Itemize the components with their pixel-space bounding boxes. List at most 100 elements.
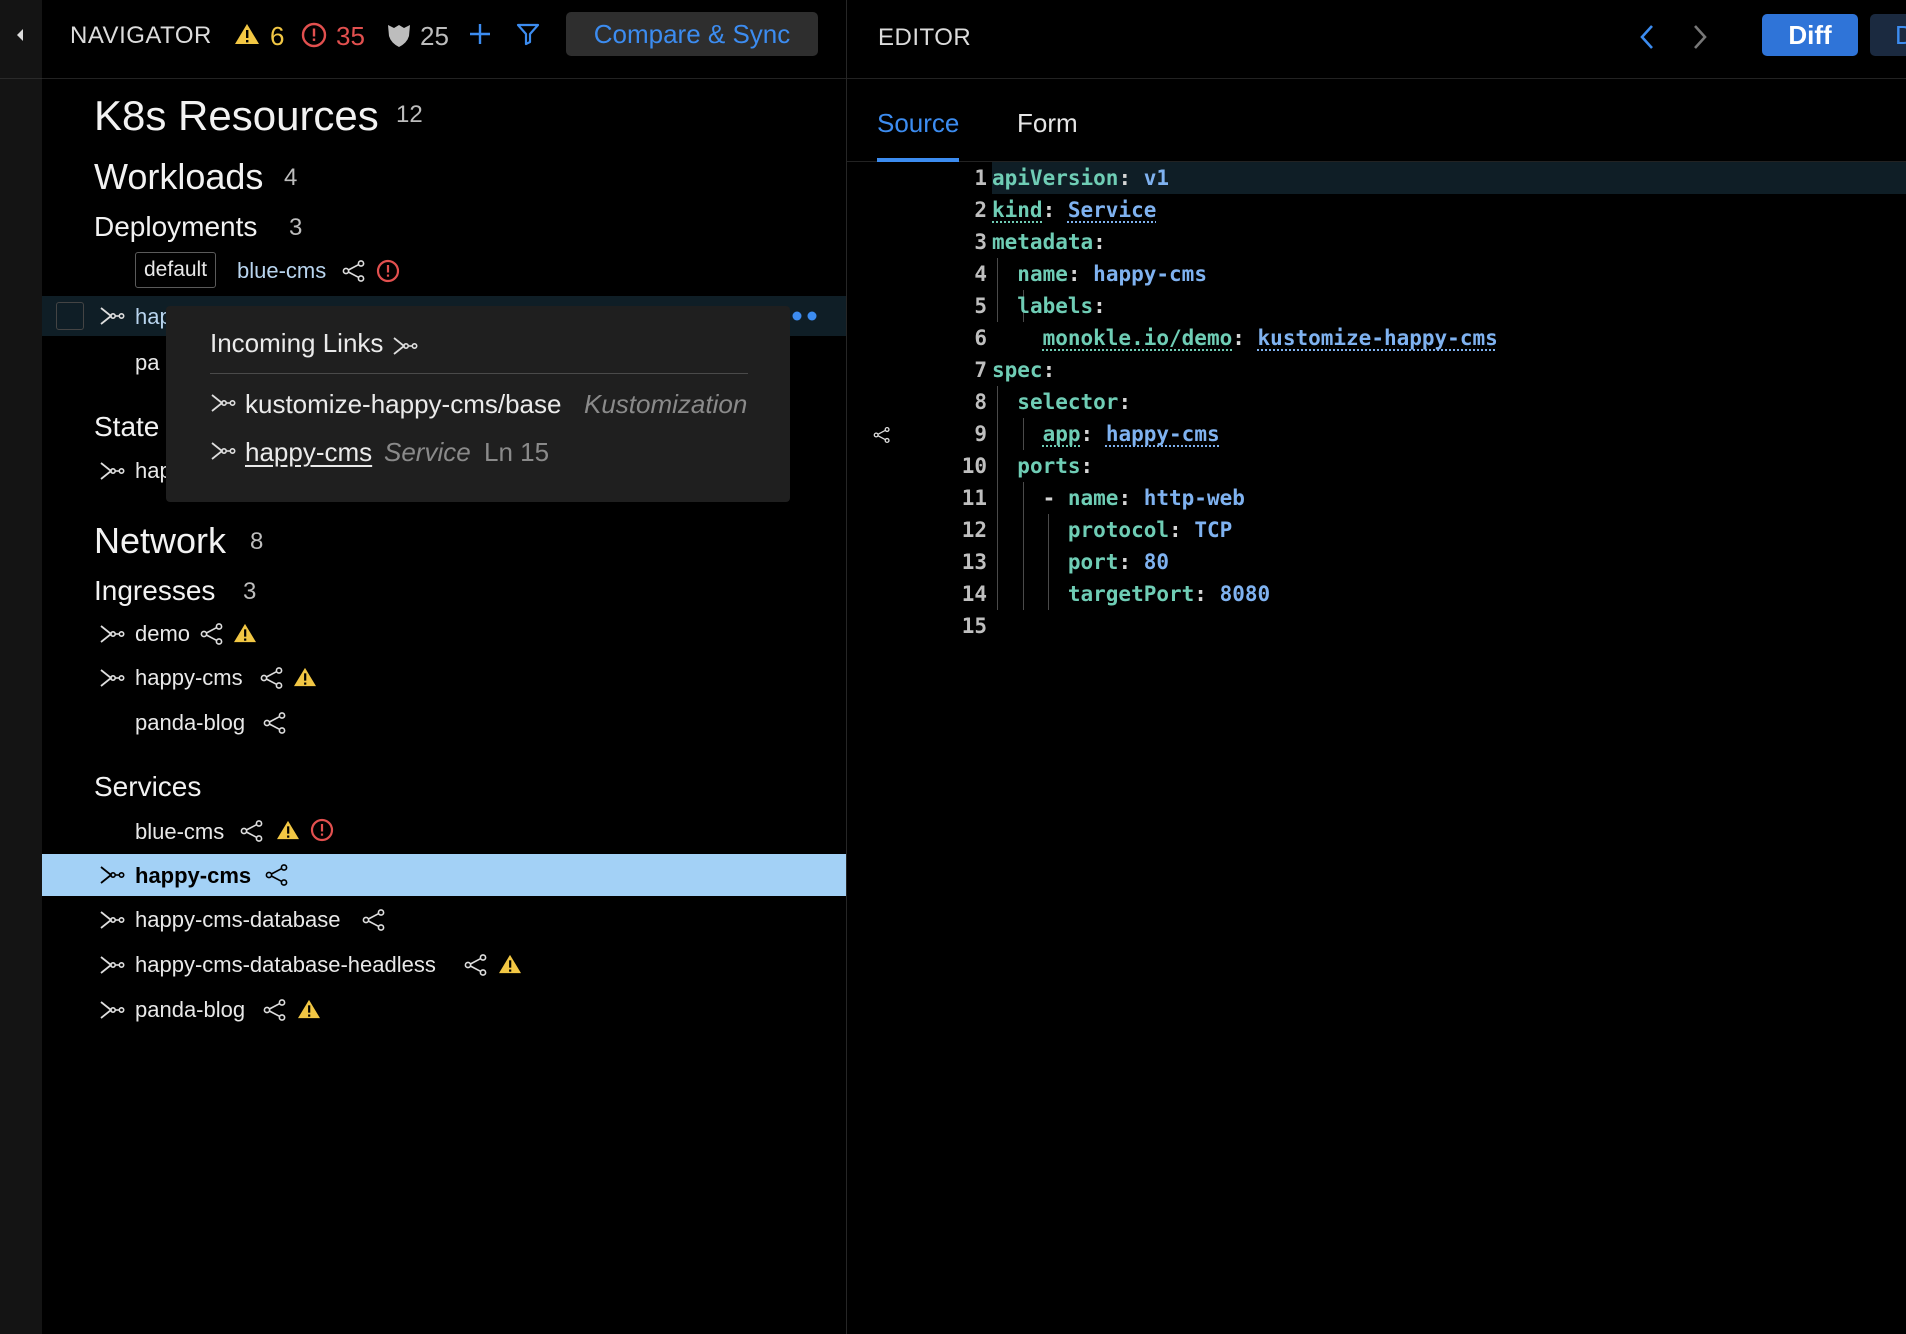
incoming-link-name[interactable]: kustomize-happy-cms/base [245, 389, 561, 420]
link-icon [263, 999, 286, 1021]
yaml-value[interactable]: happy-cms [1106, 422, 1220, 446]
yaml-value: v1 [1143, 166, 1170, 190]
ingress-demo[interactable]: demo [135, 621, 190, 647]
incoming-outgoing-link-icon[interactable] [99, 306, 125, 326]
service-panda-blog[interactable]: panda-blog [135, 997, 245, 1023]
deployments-count: 3 [289, 214, 303, 241]
section-services[interactable]: Services [94, 771, 201, 803]
incoming-link-line[interactable]: Ln 15 [484, 437, 549, 468]
section-workloads[interactable]: Workloads [94, 156, 263, 198]
line-number: 7 [974, 358, 987, 382]
service-blue-cms[interactable]: blue-cms [135, 819, 224, 845]
warning-icon[interactable] [296, 998, 322, 1020]
back-arrow-icon[interactable] [1637, 23, 1657, 51]
collapse-area [0, 0, 42, 79]
incoming-outgoing-link-icon[interactable] [99, 668, 125, 688]
row-checkbox[interactable] [56, 302, 84, 330]
link-icon [265, 864, 288, 886]
incoming-links-popover: Incoming Links kustomize-happy-cms/base … [166, 306, 790, 502]
yaml-value[interactable]: kustomize-happy-cms [1258, 326, 1498, 350]
deploy-button[interactable]: D [1870, 14, 1906, 56]
section-network[interactable]: Network [94, 520, 226, 562]
error-count[interactable]: 35 [336, 21, 365, 52]
forward-arrow-icon[interactable] [1690, 23, 1710, 51]
code-line[interactable]: selector: [992, 386, 1131, 418]
code-line[interactable]: port: 80 [992, 546, 1169, 578]
line-number: 4 [974, 262, 987, 286]
ingress-panda-blog[interactable]: panda-blog [135, 710, 245, 736]
line-number: 15 [961, 614, 987, 638]
section-k8s-resources[interactable]: K8s Resources [94, 92, 379, 140]
tab-source[interactable]: Source [877, 108, 959, 139]
code-line[interactable]: monokle.io/demo: kustomize-happy-cms [992, 322, 1498, 354]
ingress-happy-cms[interactable]: happy-cms [135, 665, 243, 691]
section-deployments[interactable]: Deployments [94, 211, 257, 243]
incoming-outgoing-link-icon[interactable] [99, 955, 125, 975]
warning-icon[interactable] [232, 622, 258, 644]
code-line[interactable]: name: happy-cms [992, 258, 1207, 290]
line-number: 1 [974, 166, 987, 190]
service-happy-cms-database[interactable]: happy-cms-database [135, 907, 340, 933]
code-line[interactable]: ports: [992, 450, 1093, 482]
filter-icon[interactable] [516, 22, 540, 46]
yaml-key: name [1017, 262, 1068, 286]
left-collapse-strip [0, 0, 42, 1334]
error-icon[interactable] [301, 22, 327, 48]
navigator-pane: NAVIGATOR 6 35 25 Compare & Sync K8s Res… [42, 0, 847, 1334]
error-icon[interactable] [376, 259, 400, 283]
incoming-link-icon [211, 442, 236, 460]
deployment-blue-cms[interactable]: blue-cms [237, 258, 326, 284]
deployment-panda-blog[interactable]: pa [135, 350, 159, 376]
link-icon [362, 909, 385, 931]
error-icon[interactable] [310, 818, 334, 842]
yaml-value[interactable]: Service [1068, 198, 1157, 222]
editor-title: EDITOR [878, 24, 972, 51]
code-line[interactable]: protocol: TCP [992, 514, 1232, 546]
workloads-count: 4 [284, 164, 298, 191]
add-icon[interactable] [468, 22, 492, 46]
link-icon [200, 623, 223, 645]
compare-sync-button[interactable]: Compare & Sync [566, 12, 818, 56]
incoming-link-kind: Service [384, 437, 471, 467]
line-number: 8 [974, 390, 987, 414]
yaml-value: happy-cms [1093, 262, 1207, 286]
line-number: 6 [974, 326, 987, 350]
code-line[interactable]: targetPort: 8080 [992, 578, 1270, 610]
code-line[interactable]: - name: http-web [992, 482, 1245, 514]
incoming-link-name[interactable]: happy-cms [245, 437, 372, 468]
service-happy-cms[interactable]: happy-cms [135, 863, 251, 889]
section-statefulsets[interactable]: State [94, 411, 159, 443]
code-line[interactable]: kind: Service [992, 194, 1156, 226]
incoming-outgoing-link-icon[interactable] [99, 1000, 125, 1020]
incoming-outgoing-link-icon[interactable] [99, 910, 125, 930]
code-line[interactable]: app: happy-cms [992, 418, 1220, 450]
yaml-key: app [1042, 422, 1081, 446]
incoming-outgoing-link-icon[interactable] [99, 624, 125, 644]
incoming-outgoing-link-icon[interactable] [99, 865, 125, 885]
policy-shield-icon[interactable] [385, 22, 413, 48]
caret-left-icon[interactable] [0, 0, 42, 70]
diff-button[interactable]: Diff [1762, 14, 1858, 56]
code-line[interactable]: labels: [992, 290, 1106, 322]
section-ingresses[interactable]: Ingresses [94, 575, 215, 607]
link-icon [240, 820, 263, 842]
incoming-outgoing-link-icon[interactable] [99, 461, 125, 481]
yaml-key: targetPort [1067, 582, 1195, 606]
warning-icon[interactable] [497, 953, 523, 975]
code-line[interactable]: metadata: [992, 226, 1106, 258]
yaml-key: selector [1017, 390, 1119, 414]
policy-count[interactable]: 25 [420, 21, 449, 52]
code-line[interactable]: spec: [992, 354, 1055, 386]
warning-icon[interactable] [292, 666, 318, 688]
tab-form[interactable]: Form [1017, 108, 1078, 139]
yaml-key: port [1067, 550, 1119, 574]
more-dots-icon[interactable] [790, 310, 820, 322]
yaml-value: TCP [1194, 518, 1233, 542]
yaml-value: 80 [1143, 550, 1170, 574]
warning-count[interactable]: 6 [270, 21, 284, 52]
service-happy-cms-database-headless[interactable]: happy-cms-database-headless [135, 952, 436, 978]
warning-icon[interactable] [234, 22, 260, 46]
line-number: 12 [961, 518, 987, 542]
warning-icon[interactable] [275, 819, 301, 841]
code-line[interactable]: apiVersion: v1 [992, 162, 1169, 194]
